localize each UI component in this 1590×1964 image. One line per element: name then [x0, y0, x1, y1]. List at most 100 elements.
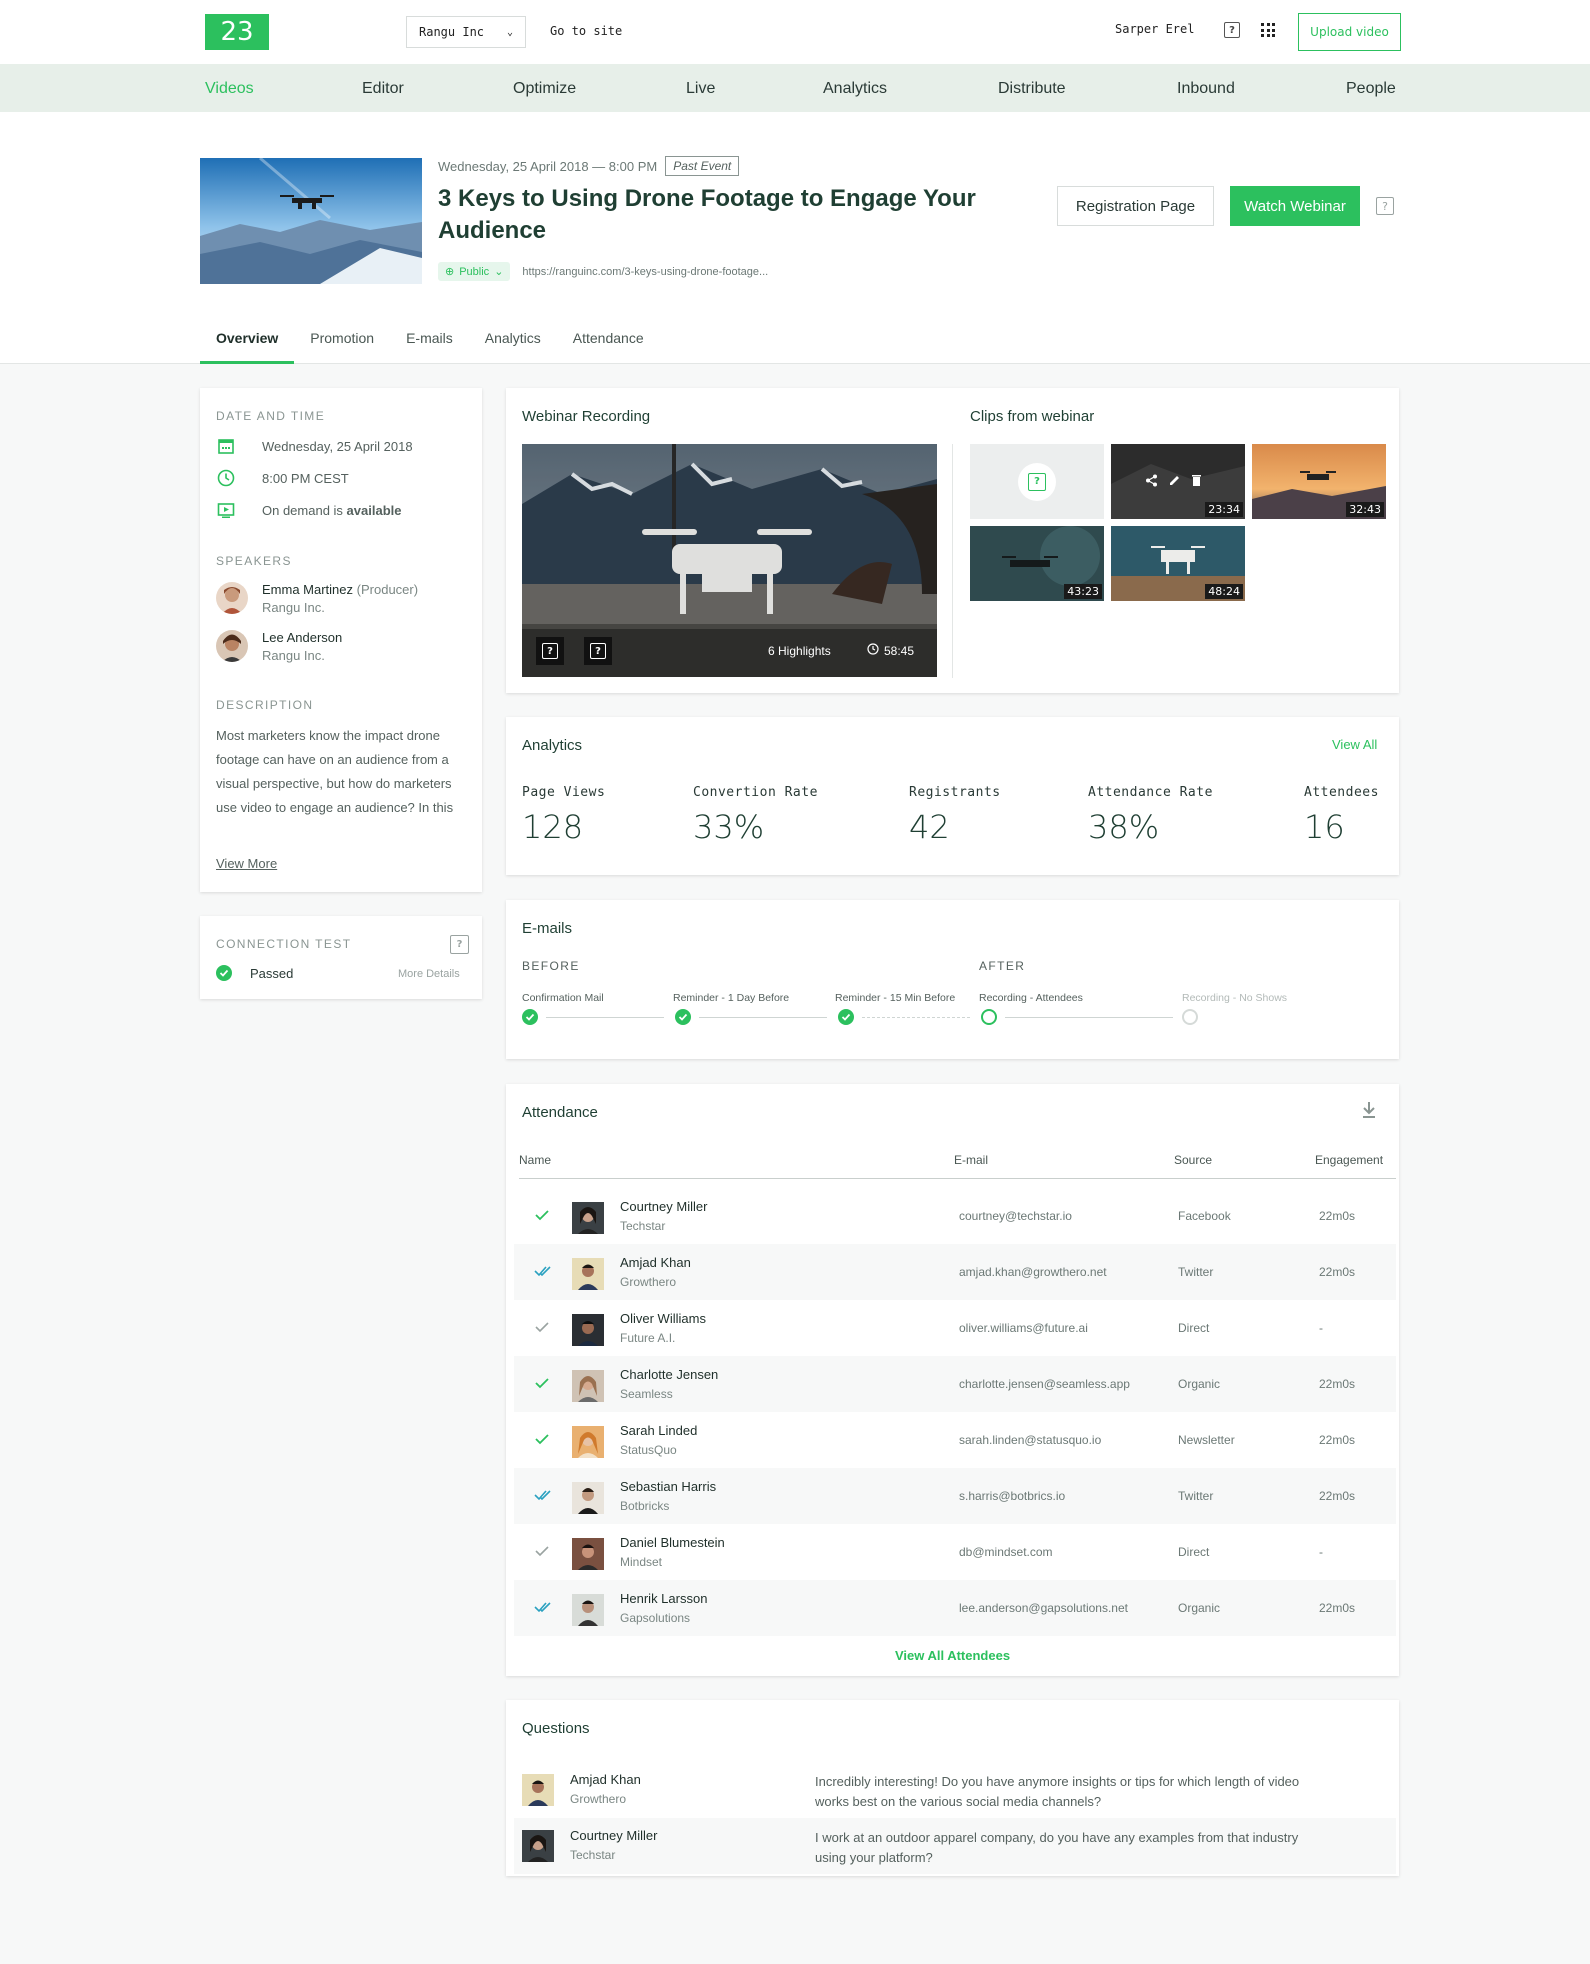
view-all-analytics-link[interactable]: View All: [1332, 737, 1377, 752]
help-icon[interactable]: ?: [450, 935, 469, 954]
add-clip-tile[interactable]: ?: [970, 444, 1104, 519]
attendee-company: Mindset: [620, 1555, 663, 1569]
attendee-engagement: 22m0s: [1319, 1433, 1356, 1447]
tab-overview[interactable]: Overview: [200, 330, 295, 364]
apps-grid-icon[interactable]: [1261, 23, 1275, 37]
download-icon[interactable]: [1361, 1101, 1377, 1123]
on-demand-row: On demand is available: [216, 500, 401, 520]
attendee-company: Botbricks: [620, 1499, 670, 1513]
highlight-thumb[interactable]: ?: [584, 637, 612, 665]
table-row[interactable]: Sebastian Harris Botbricks s.harris@botb…: [514, 1468, 1396, 1524]
clip-thumbnail[interactable]: 48:24: [1111, 526, 1245, 601]
questions-card: Questions Amjad Khan Growthero Incredibl…: [506, 1700, 1399, 1876]
help-icon[interactable]: ?: [1376, 197, 1394, 215]
clip-thumbnail[interactable]: 32:43: [1252, 444, 1386, 519]
event-meta: Wednesday, 25 April 2018 — 8:00 PM Past …: [438, 156, 740, 176]
analytics-title: Analytics: [522, 737, 583, 754]
connection-status-text: Passed: [250, 965, 294, 981]
table-row[interactable]: Henrik Larsson Gapsolutions lee.anderson…: [514, 1580, 1396, 1636]
speaker-item[interactable]: Lee Anderson Rangu Inc.: [216, 630, 342, 663]
tab-emails[interactable]: E-mails: [390, 330, 469, 364]
view-more-link[interactable]: View More: [216, 856, 277, 871]
tab-promotion[interactable]: Promotion: [294, 330, 390, 364]
check-icon: [534, 1544, 550, 1563]
nav-videos[interactable]: Videos: [205, 80, 254, 98]
step-done-icon[interactable]: [675, 1009, 691, 1025]
divider: [952, 444, 953, 678]
question-item[interactable]: Amjad Khan Growthero Incredibly interest…: [514, 1762, 1396, 1818]
view-all-attendees-link[interactable]: View All Attendees: [506, 1648, 1399, 1663]
registration-page-button[interactable]: Registration Page: [1057, 186, 1214, 226]
column-header-engagement[interactable]: Engagement: [1315, 1153, 1383, 1167]
column-header-source[interactable]: Source: [1174, 1153, 1212, 1167]
share-icon[interactable]: [1145, 474, 1158, 491]
question-text: Incredibly interesting! Do you have anym…: [815, 1774, 1300, 1809]
column-header-name[interactable]: Name: [519, 1153, 551, 1167]
table-row[interactable]: Daniel Blumestein Mindset db@mindset.com…: [514, 1524, 1396, 1580]
tab-analytics[interactable]: Analytics: [469, 330, 557, 364]
question-item[interactable]: Courtney Miller Techstar I work at an ou…: [514, 1818, 1396, 1874]
nav-optimize[interactable]: Optimize: [513, 80, 576, 98]
org-select-label: Rangu Inc: [419, 25, 485, 39]
column-header-email[interactable]: E-mail: [954, 1153, 988, 1167]
double-check-icon: [534, 1600, 552, 1619]
nav-inbound[interactable]: Inbound: [1177, 80, 1235, 98]
speaker-name: Lee Anderson: [262, 630, 343, 645]
recording-card: Webinar Recording ? ? 6 Highlights 58:45…: [506, 388, 1399, 693]
emails-title: E-mails: [522, 920, 573, 937]
org-select[interactable]: Rangu Inc ⌄: [406, 16, 526, 48]
event-url[interactable]: https://ranguinc.com/3-keys-using-drone-…: [522, 266, 768, 278]
asker-name: Amjad Khan: [570, 1772, 641, 1787]
attendee-source: Direct: [1178, 1545, 1210, 1559]
clips-title: Clips from webinar: [970, 408, 1095, 425]
stat-page-views: Page Views 128: [522, 785, 605, 846]
upload-video-button[interactable]: Upload video: [1298, 13, 1401, 51]
nav-distribute[interactable]: Distribute: [998, 80, 1066, 98]
asker-company: Growthero: [570, 1792, 627, 1806]
clip-duration: 48:24: [1205, 584, 1243, 599]
avatar: [216, 582, 248, 614]
stat-value: 16: [1304, 808, 1345, 846]
help-icon[interactable]: ?: [1224, 22, 1240, 38]
event-description: Most marketers know the impact drone foo…: [216, 728, 454, 815]
table-row[interactable]: Charlotte Jensen Seamless charlotte.jens…: [514, 1356, 1396, 1412]
connection-test-label: CONNECTION TEST: [216, 937, 352, 951]
table-row[interactable]: Courtney Miller Techstar courtney@techst…: [514, 1188, 1396, 1244]
highlight-thumb[interactable]: ?: [536, 637, 564, 665]
nav-analytics[interactable]: Analytics: [823, 80, 887, 98]
watch-webinar-button[interactable]: Watch Webinar: [1230, 186, 1360, 226]
step-inactive-icon[interactable]: [1182, 1009, 1198, 1025]
logo[interactable]: 23: [205, 14, 269, 50]
more-details-link[interactable]: More Details: [398, 968, 460, 980]
stat-label: Attendees: [1304, 785, 1379, 800]
step-done-icon[interactable]: [522, 1009, 538, 1025]
nav-people[interactable]: People: [1346, 80, 1396, 98]
email-step-label: Reminder - 1 Day Before: [673, 992, 790, 1004]
webinar-video-player[interactable]: ? ? 6 Highlights 58:45: [522, 444, 937, 677]
attendee-email: lee.anderson@gapsolutions.net: [959, 1601, 1128, 1615]
speaker-item[interactable]: Emma Martinez (Producer) Rangu Inc.: [216, 582, 418, 615]
attendee-name: Henrik Larsson: [620, 1591, 708, 1606]
go-to-site-link[interactable]: Go to site: [550, 24, 622, 38]
visibility-select[interactable]: ⊕ Public ⌄: [438, 262, 511, 281]
trash-icon[interactable]: [1191, 474, 1202, 491]
nav-live[interactable]: Live: [686, 80, 715, 98]
tab-attendance[interactable]: Attendance: [557, 330, 660, 364]
clip-thumbnail[interactable]: 43:23: [970, 526, 1104, 601]
user-name[interactable]: Sarper Erel: [1115, 22, 1194, 36]
clip-thumbnail[interactable]: 23:34: [1111, 444, 1245, 519]
attendance-title: Attendance: [522, 1104, 598, 1121]
double-check-icon: [534, 1264, 552, 1283]
table-row[interactable]: Oliver Williams Future A.I. oliver.willi…: [514, 1300, 1396, 1356]
table-row[interactable]: Amjad Khan Growthero amjad.khan@growther…: [514, 1244, 1396, 1300]
play-screen-icon: [216, 500, 236, 520]
step-pending-icon[interactable]: [981, 1009, 997, 1025]
table-row[interactable]: Sarah Linded StatusQuo sarah.linden@stat…: [514, 1412, 1396, 1468]
globe-icon: ⊕: [445, 266, 455, 278]
stat-label: Page Views: [522, 785, 606, 800]
step-done-icon[interactable]: [838, 1009, 854, 1025]
nav-editor[interactable]: Editor: [362, 80, 404, 98]
attendee-email: db@mindset.com: [959, 1545, 1053, 1559]
avatar: [572, 1202, 604, 1234]
edit-icon[interactable]: [1168, 474, 1181, 491]
